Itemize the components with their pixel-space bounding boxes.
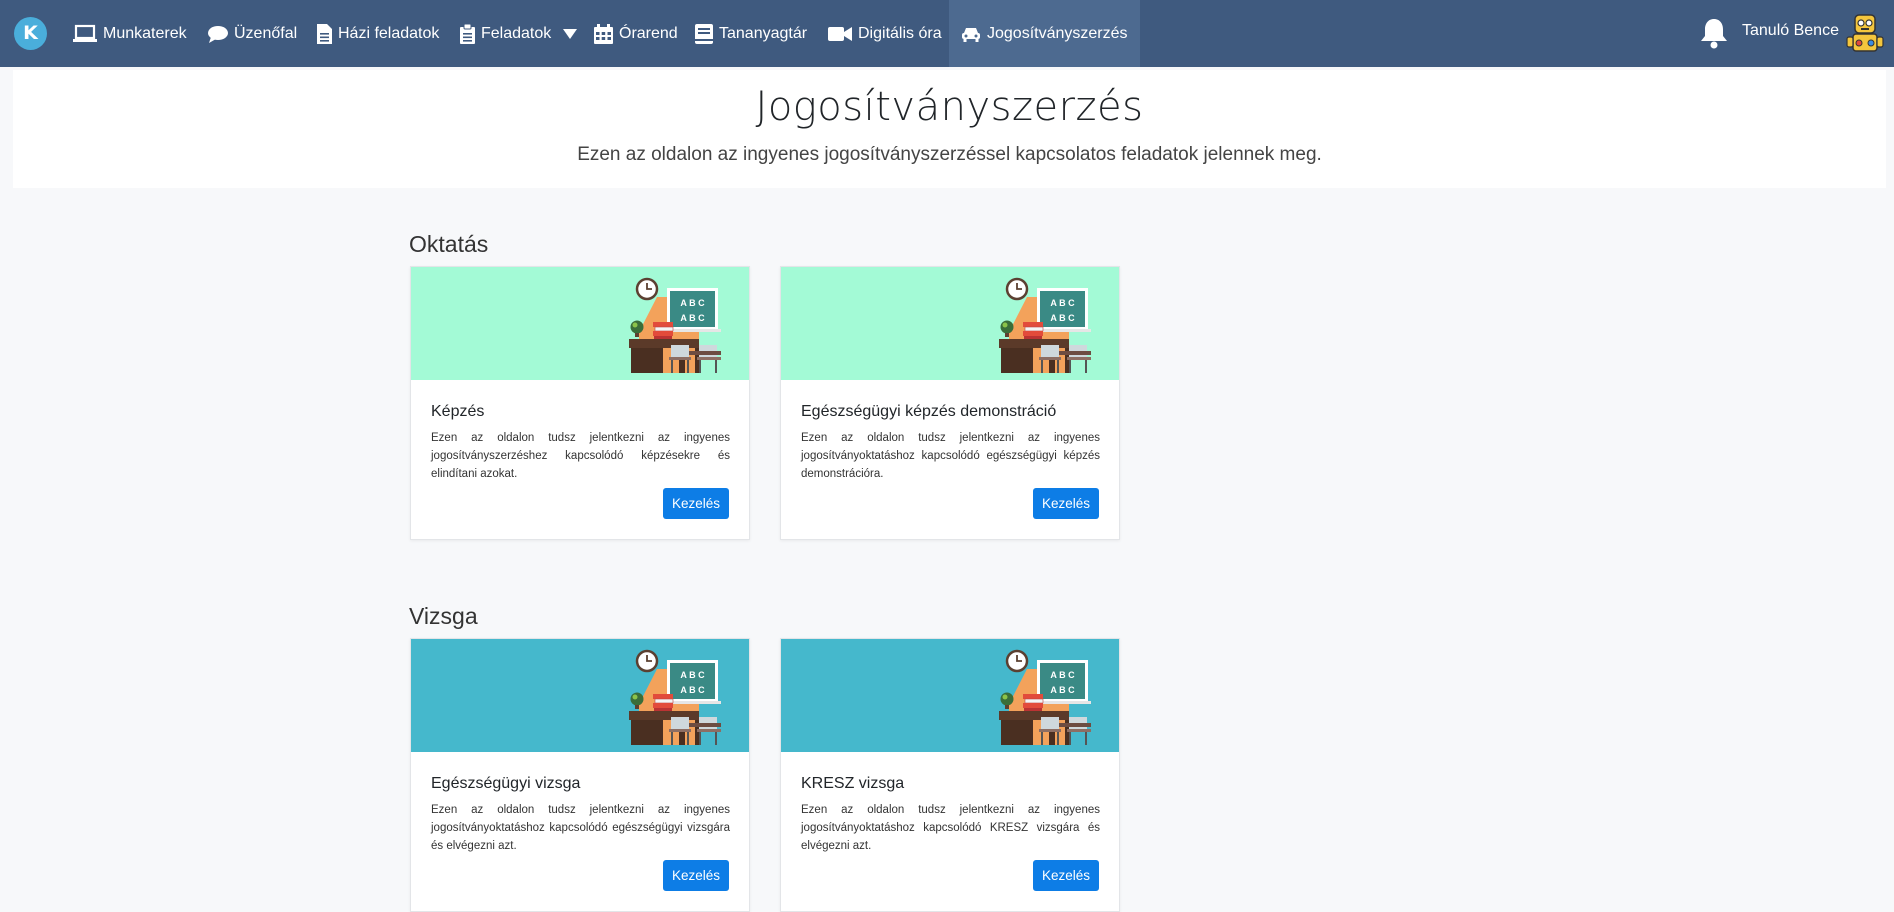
board-text-line-2: A B C xyxy=(1050,313,1075,323)
card-egeszsegugyi-kepzes-demonstracio: A B C A B C Egészségügyi képzés demonstr… xyxy=(780,266,1120,540)
nav-label: Házi feladatok xyxy=(338,24,440,42)
card-kepzes: A B C A B C Képzés Ezen az oldalon tudsz… xyxy=(410,266,750,540)
card-description: Ezen az oldalon tudsz jelentkezni az ing… xyxy=(431,432,730,480)
nav-label: Jogosítványszerzés xyxy=(987,24,1128,42)
card-description: Ezen az oldalon tudsz jelentkezni az ing… xyxy=(801,432,1100,480)
card-title: Egészségügyi vizsga xyxy=(431,775,581,792)
car-icon xyxy=(962,27,980,42)
board-text-line-2: A B C xyxy=(1050,685,1075,695)
kezeles-button[interactable]: Kezelés xyxy=(663,488,729,519)
nav-item-uzenofal[interactable]: Üzenőfal xyxy=(208,0,297,67)
card-description: Ezen az oldalon tudsz jelentkezni az ing… xyxy=(431,804,730,852)
clipboard-icon xyxy=(460,23,475,44)
card-egeszsegugyi-vizsga: A B C A B C Egészségügyi vizsga Ezen az … xyxy=(410,638,750,912)
classroom-illustration: A B C A B C xyxy=(781,639,1119,752)
nav-item-orarend[interactable]: Órarend xyxy=(594,0,678,67)
board-text-line-1: A B C xyxy=(680,298,705,308)
user-name[interactable]: Tanuló Bence xyxy=(1742,22,1839,40)
kezeles-button[interactable]: Kezelés xyxy=(1033,488,1099,519)
nav-item-jogositvanyszerzes[interactable]: Jogosítványszerzés xyxy=(949,0,1140,67)
board-text-line-1: A B C xyxy=(680,670,705,680)
card-title: KRESZ vizsga xyxy=(801,775,905,792)
card-kresz-vizsga: A B C A B C KRESZ vizsga Ezen az oldalon… xyxy=(780,638,1120,912)
chat-bubble-icon xyxy=(208,25,228,43)
laptop-icon xyxy=(73,24,97,42)
page-subtitle: Ezen az oldalon az ingyenes jogosítványs… xyxy=(577,144,1322,165)
page-title: Jogosítványszerzés xyxy=(755,84,1144,130)
classroom-illustration: A B C A B C xyxy=(781,267,1119,380)
board-text-line-1: A B C xyxy=(1050,670,1075,680)
nav-label: Feladatok xyxy=(481,24,552,42)
classroom-illustration: A B C A B C xyxy=(411,639,749,752)
card-title: Egészségügyi képzés demonstráció xyxy=(801,403,1057,420)
section-title-oktatas: Oktatás xyxy=(409,231,489,257)
nav-label: Tananyagtár xyxy=(719,24,808,42)
card-description: Ezen az oldalon tudsz jelentkezni az ing… xyxy=(801,804,1100,852)
board-text-line-2: A B C xyxy=(680,685,705,695)
book-icon xyxy=(695,23,713,44)
nav-label: Digitális óra xyxy=(858,24,942,42)
video-camera-icon xyxy=(828,26,852,41)
page-header: Jogosítványszerzés Ezen az oldalon az in… xyxy=(13,70,1886,188)
kezeles-button[interactable]: Kezelés xyxy=(663,860,729,891)
board-text-line-2: A B C xyxy=(680,313,705,323)
logo-letter: K xyxy=(23,22,38,44)
nav-item-digitalis-ora[interactable]: Digitális óra xyxy=(828,0,942,67)
nav-label: Üzenőfal xyxy=(234,24,298,42)
nav-label: Munkaterek xyxy=(103,24,187,42)
nav-item-feladatok[interactable]: Feladatok xyxy=(460,0,578,67)
nav-item-hazi-feladatok[interactable]: Házi feladatok xyxy=(317,0,439,67)
nav-item-munkaterek[interactable]: Munkaterek xyxy=(73,0,187,67)
document-icon xyxy=(317,23,332,44)
section-title-vizsga: Vizsga xyxy=(409,603,478,629)
avatar[interactable] xyxy=(1846,13,1884,55)
top-navbar: K Munkaterek Üzenőfal Házi feladatok Fel… xyxy=(0,0,1894,67)
nav-label: Órarend xyxy=(619,24,678,42)
classroom-illustration: A B C A B C xyxy=(411,267,749,380)
nav-item-tananyagtar[interactable]: Tananyagtár xyxy=(695,0,807,67)
kezeles-button[interactable]: Kezelés xyxy=(1033,860,1099,891)
bell-icon[interactable] xyxy=(1699,17,1729,49)
caret-down-icon xyxy=(563,28,578,39)
board-text-line-1: A B C xyxy=(1050,298,1075,308)
app-logo[interactable]: K xyxy=(14,17,47,50)
calendar-icon xyxy=(594,23,613,44)
card-title: Képzés xyxy=(431,403,485,420)
